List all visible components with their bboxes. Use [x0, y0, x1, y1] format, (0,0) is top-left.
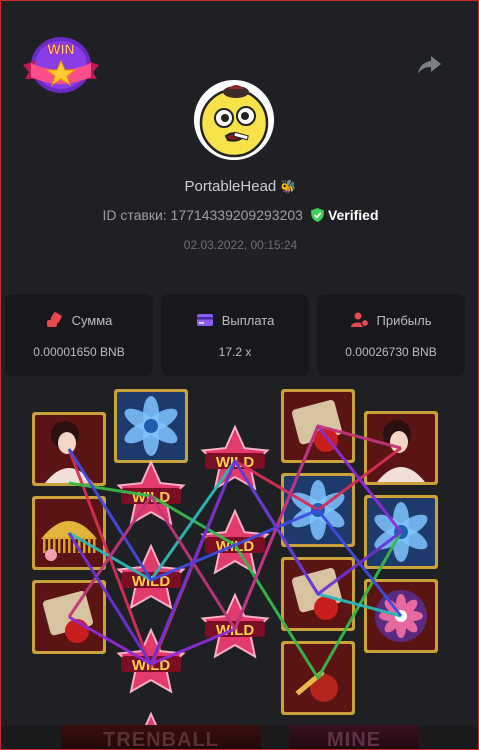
bet-id-row: ID ставки: 17714339209293203 Verified	[1, 207, 478, 223]
stat-payout: Выплата 17.2 x	[161, 294, 309, 376]
stat-payout-value: 17.2 x	[218, 345, 252, 359]
username: PortableHead 🐝	[1, 178, 478, 195]
user-money-icon	[350, 312, 369, 328]
bet-id: ID ставки: 17714339209293203	[102, 207, 303, 223]
footer-games-strip: TRENBALL MINE	[1, 725, 478, 749]
share-button[interactable]	[415, 53, 443, 77]
win-badge: WIN	[21, 35, 101, 97]
shield-check-icon	[310, 208, 324, 222]
verified-label: Verified	[327, 207, 379, 223]
game-tile-mine[interactable]: MINE	[289, 725, 419, 749]
card-icon	[196, 314, 213, 326]
stat-amount: Сумма 0.00001650 BNB	[5, 294, 153, 376]
share-icon	[418, 56, 441, 74]
game-tile-trenball[interactable]: TRENBALL	[61, 725, 261, 749]
username-text: PortableHead	[184, 178, 277, 195]
slot-board: WILDWILDWILDWILDWILDWILDWILD	[32, 389, 438, 726]
stat-payout-title: Выплата	[221, 313, 275, 328]
wild-symbol: WILD	[200, 424, 270, 491]
stat-amount-title: Сумма	[71, 313, 113, 328]
stat-amount-value: 0.00001650 BNB	[33, 345, 125, 359]
bet-detail-panel: WIN PortableHead 🐝 ID ставки: 17714339209…	[0, 0, 479, 750]
bet-date: 02.03.2022, 00:15:24	[183, 238, 298, 252]
avatar	[194, 80, 274, 160]
stat-profit: Прибыль 0.00026730 BNB	[317, 294, 465, 376]
stat-profit-title: Прибыль	[376, 313, 432, 328]
coins-icon	[46, 312, 62, 327]
bee-icon: 🐝	[280, 179, 297, 194]
lotus-symbol	[114, 389, 188, 463]
stat-profit-value: 0.00026730 BNB	[345, 345, 437, 359]
badge-text: WIN	[47, 41, 74, 57]
wild-symbol: WILD	[116, 543, 186, 610]
